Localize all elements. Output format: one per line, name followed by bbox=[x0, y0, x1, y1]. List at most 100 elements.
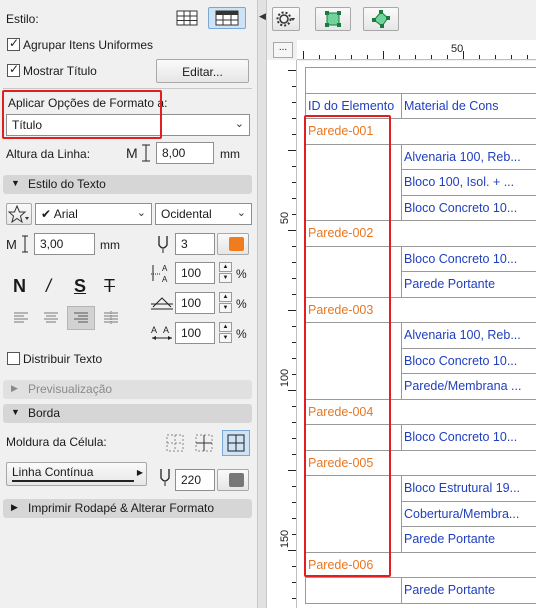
ruler-tick bbox=[288, 550, 296, 551]
width-factor-input[interactable]: 100 bbox=[175, 262, 215, 284]
border-section-label: Borda bbox=[28, 406, 61, 420]
material-cell[interactable]: Bloco Concreto 10... bbox=[404, 201, 517, 215]
line-type-select[interactable]: Linha Contínua ▶ bbox=[6, 462, 147, 486]
ruler-tick bbox=[288, 390, 296, 391]
material-cell[interactable]: Bloco Concreto 10... bbox=[404, 430, 517, 444]
align-center-icon[interactable] bbox=[40, 307, 62, 329]
svg-text:A: A bbox=[162, 264, 168, 273]
char-spacing-stepper[interactable]: ▲ ▼ bbox=[219, 322, 232, 344]
distribute-text-checkbox[interactable] bbox=[7, 352, 20, 365]
svg-text:M: M bbox=[6, 237, 17, 252]
material-cell[interactable]: Parede Portante bbox=[404, 583, 495, 597]
ruler-tick bbox=[292, 294, 296, 295]
bold-button[interactable]: N bbox=[13, 276, 26, 297]
pen-color-button[interactable] bbox=[217, 233, 249, 255]
text-style-section-header[interactable]: ▼ Estilo do Texto bbox=[3, 175, 252, 194]
spacing-factor-input[interactable]: 100 bbox=[175, 292, 215, 314]
frame-rotate-button[interactable] bbox=[363, 7, 399, 31]
grid-line bbox=[401, 271, 536, 272]
ruler-tick bbox=[367, 55, 368, 59]
width-factor-stepper[interactable]: ▲ ▼ bbox=[219, 262, 232, 284]
strikethrough-button[interactable]: T bbox=[104, 276, 115, 297]
grid-line bbox=[401, 245, 402, 297]
header-cell-element-id[interactable]: ID do Elemento bbox=[308, 99, 394, 113]
grid-line bbox=[401, 551, 536, 553]
material-cell[interactable]: Bloco 100, Isol. + ... bbox=[404, 175, 514, 189]
row-height-label: Altura da Linha: bbox=[6, 147, 91, 161]
ruler-tick bbox=[495, 55, 496, 59]
border-pen-color-button[interactable] bbox=[217, 469, 249, 491]
ruler-tick bbox=[292, 566, 296, 567]
row-height-icon: M bbox=[124, 142, 152, 164]
material-cell[interactable]: Parede Portante bbox=[404, 532, 495, 546]
ruler-tick bbox=[351, 55, 352, 59]
grid-line bbox=[401, 475, 402, 552]
apply-format-highlight bbox=[2, 90, 162, 139]
italic-button[interactable]: / bbox=[46, 276, 51, 297]
script-select[interactable]: Ocidental ⌄ bbox=[155, 203, 252, 225]
ruler-tick bbox=[292, 134, 296, 135]
preview-section-header[interactable]: ▶ Previsualização bbox=[3, 380, 252, 399]
border-section-header[interactable]: ▼ Borda bbox=[3, 404, 252, 423]
align-right-icon[interactable] bbox=[67, 306, 95, 330]
row-height-unit: mm bbox=[220, 147, 240, 161]
char-spacing-input[interactable]: 100 bbox=[175, 322, 215, 344]
font-value: Arial bbox=[53, 207, 78, 221]
group-items-checkbox[interactable] bbox=[7, 36, 20, 51]
favorites-button[interactable] bbox=[6, 203, 32, 225]
ruler-mark-top: 50 bbox=[451, 43, 464, 55]
settings-button[interactable] bbox=[272, 7, 300, 31]
style-label: Estilo: bbox=[6, 12, 39, 26]
ruler-mark-left: 100 bbox=[279, 368, 292, 388]
material-cell[interactable]: Alvenaria 100, Reb... bbox=[404, 150, 521, 164]
show-title-label: Mostrar Título bbox=[23, 64, 97, 78]
material-cell[interactable]: Alvenaria 100, Reb... bbox=[404, 328, 521, 342]
chevron-down-icon: ⌄ bbox=[236, 207, 246, 219]
panel-splitter[interactable]: ◀ bbox=[257, 0, 267, 608]
group-items-label: Agrupar Itens Uniformes bbox=[23, 38, 154, 52]
spacing-factor-stepper[interactable]: ▲ ▼ bbox=[219, 292, 232, 314]
ruler-tick bbox=[383, 51, 384, 59]
header-cell-material[interactable]: Material de Constr bbox=[404, 99, 498, 113]
ruler-tick bbox=[292, 118, 296, 119]
width-factor-unit: % bbox=[236, 267, 247, 281]
font-size-icon: M bbox=[6, 233, 30, 255]
grid-line bbox=[401, 347, 536, 349]
row-height-input[interactable]: 8,00 bbox=[156, 142, 214, 164]
edit-title-button[interactable]: Editar... bbox=[156, 59, 249, 83]
frame-all-icon[interactable] bbox=[222, 430, 250, 456]
ruler-tick bbox=[292, 502, 296, 503]
ruler-mark-left: 50 bbox=[279, 211, 292, 225]
frame-inner-icon[interactable] bbox=[192, 431, 216, 455]
grid-line bbox=[401, 169, 536, 170]
align-left-icon[interactable] bbox=[10, 307, 32, 329]
frame-square-button[interactable] bbox=[315, 7, 351, 31]
ruler-tick bbox=[292, 214, 296, 215]
font-size-unit: mm bbox=[100, 238, 120, 252]
style-grid-header-button[interactable] bbox=[208, 7, 246, 29]
print-footer-section-header[interactable]: ▶ Imprimir Rodapé & Alterar Formato bbox=[3, 499, 252, 518]
material-cell[interactable]: Bloco Concreto 10... bbox=[404, 252, 517, 266]
ruler-tick bbox=[399, 55, 400, 59]
ruler-options-button[interactable]: ... bbox=[273, 42, 293, 58]
material-cell[interactable]: Bloco Concreto 10... bbox=[404, 354, 517, 368]
ruler-tick bbox=[292, 374, 296, 375]
svg-text:A: A bbox=[162, 275, 168, 283]
frame-none-icon[interactable] bbox=[163, 431, 187, 455]
pen-number-input[interactable]: 3 bbox=[175, 233, 215, 255]
frame-square-icon bbox=[325, 11, 341, 27]
grid-line bbox=[401, 398, 536, 400]
material-cell[interactable]: Bloco Estrutural 19... bbox=[404, 481, 520, 495]
material-cell[interactable]: Parede/Membrana ... bbox=[404, 379, 521, 393]
font-select[interactable]: ✔ Arial ⌄ bbox=[35, 203, 152, 225]
material-cell[interactable]: Cobertura/Membra... bbox=[404, 507, 519, 521]
line-type-value: Linha Contínua bbox=[12, 465, 94, 479]
border-pen-input[interactable]: 220 bbox=[175, 469, 215, 491]
align-justify-icon[interactable] bbox=[100, 307, 122, 329]
material-cell[interactable]: Parede Portante bbox=[404, 277, 495, 291]
collapse-triangle-icon: ▼ bbox=[11, 407, 20, 417]
underline-button[interactable]: S bbox=[74, 276, 86, 297]
font-size-input[interactable]: 3,00 bbox=[34, 233, 95, 255]
style-grid-plain-button[interactable] bbox=[172, 7, 202, 29]
show-title-checkbox[interactable] bbox=[7, 62, 20, 77]
